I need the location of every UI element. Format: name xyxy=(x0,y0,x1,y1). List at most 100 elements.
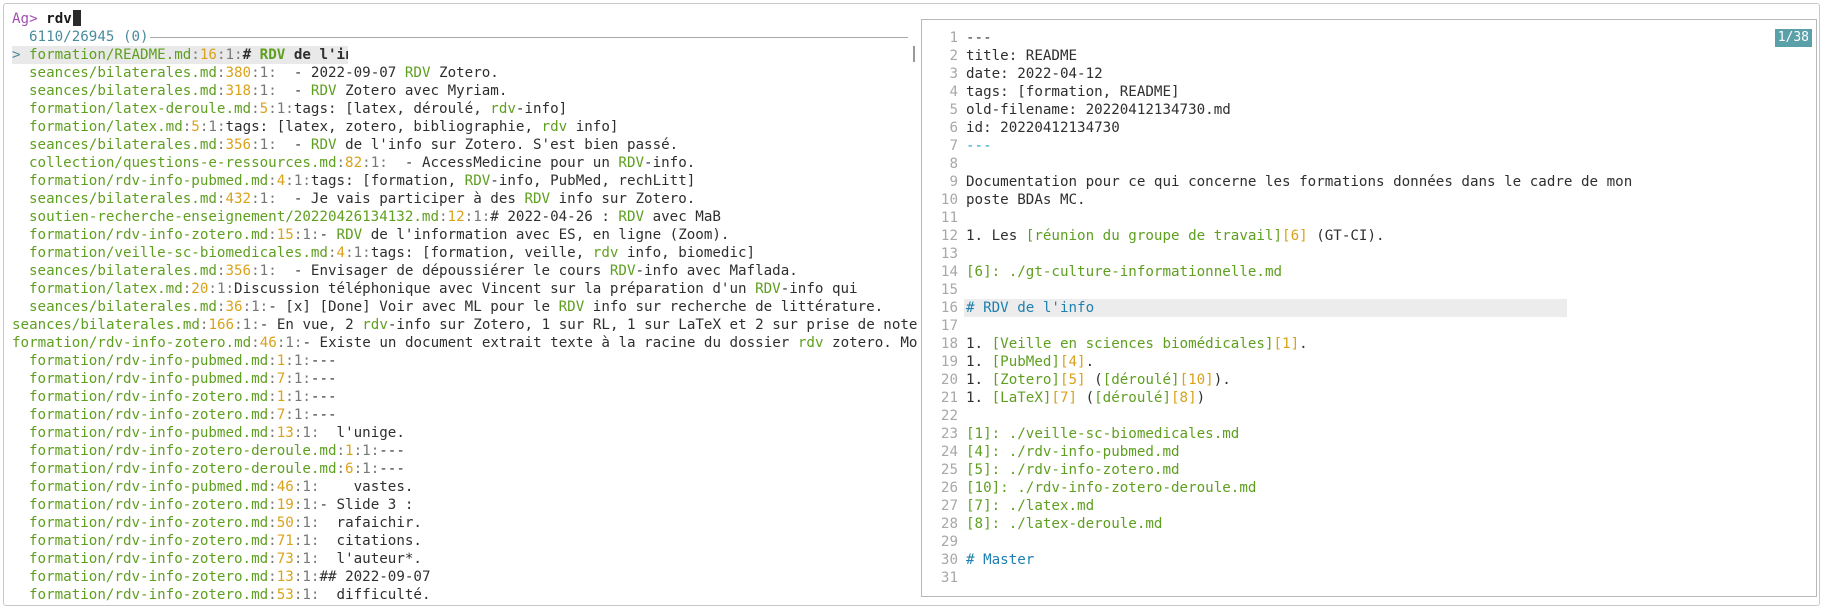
preview-line-text xyxy=(964,281,966,299)
result-row[interactable]: soutien-recherche-enseignement/202204261… xyxy=(12,208,918,226)
result-row[interactable]: formation/rdv-info-zotero.md:71:1: citat… xyxy=(12,532,918,550)
result-line-number: 13 xyxy=(276,425,294,441)
preview-line-text: 1. [Veille en sciences biomédicales][1]. xyxy=(966,336,1308,352)
result-line-number: 71 xyxy=(276,533,294,549)
result-row[interactable]: formation/latex.md:5:1: tags: [latex, zot… xyxy=(12,118,918,136)
preview-line: 22 xyxy=(922,407,1816,425)
separator: : xyxy=(251,335,260,351)
result-column: 1 xyxy=(302,551,311,567)
preview-line-number: 5 xyxy=(949,102,958,118)
separator: : xyxy=(336,461,346,477)
results-scrollbar[interactable] xyxy=(913,46,915,62)
search-prompt[interactable]: Ag> rdv xyxy=(12,9,81,29)
result-line-number: 82 xyxy=(345,155,363,171)
result-line-number: 166 xyxy=(208,317,235,333)
result-row[interactable]: formation/rdv-info-zotero.md:1:1: --- xyxy=(12,388,918,406)
separator: : xyxy=(251,263,260,279)
result-row[interactable]: > formation/README.md:16:1:# RDV de l'in… xyxy=(12,46,348,64)
result-text: difficulté. xyxy=(319,587,431,603)
link-ref: [5] xyxy=(1059,372,1086,388)
result-line-number: 19 xyxy=(276,497,294,513)
selection-pointer xyxy=(12,388,29,406)
result-row[interactable]: formation/rdv-info-pubmed.md:4:1: tags: [… xyxy=(12,172,918,190)
results-list[interactable]: > formation/README.md:16:1:# RDV de l'in… xyxy=(12,46,918,604)
preview-line: 13 xyxy=(922,245,1816,263)
result-row[interactable]: formation/rdv-info-zotero.md:53:1: diffi… xyxy=(12,586,918,604)
search-input[interactable]: rdv xyxy=(46,11,72,27)
result-text: tags: [formation, veille, rdv info, biom… xyxy=(370,245,756,261)
separator: : xyxy=(234,317,243,333)
preview-line-text: 1. Les [réunion du groupe de travail][6]… xyxy=(966,228,1385,244)
result-path: formation/rdv-info-zotero.md xyxy=(29,407,269,423)
result-row[interactable]: formation/rdv-info-zotero-deroule.md:6:1… xyxy=(12,460,918,478)
result-text: ## 2022-09-07 xyxy=(319,569,431,585)
result-row[interactable]: seances/bilaterales.md:380:1: - 2022-09-… xyxy=(12,64,918,82)
result-row[interactable]: formation/rdv-info-zotero-deroule.md:1:1… xyxy=(12,442,918,460)
result-row[interactable]: seances/bilaterales.md:432:1: - Je vais … xyxy=(12,190,918,208)
separator: : xyxy=(234,47,243,63)
result-column: 1 xyxy=(293,371,303,387)
result-row[interactable]: seances/bilaterales.md:356:1: - RDV de l… xyxy=(12,136,918,154)
preview-content: 1 --- 2 title: README 3 date: 2022-04-12 4 tags… xyxy=(922,29,1816,587)
result-row[interactable]: formation/rdv-info-zotero.md:50:1: rafai… xyxy=(12,514,918,532)
result-row[interactable]: formation/veille-sc-biomedicales.md:4:1:… xyxy=(12,244,918,262)
result-row[interactable]: formation/rdv-info-pubmed.md:1:1: --- xyxy=(12,352,918,370)
separator: : xyxy=(251,101,260,117)
separator: : xyxy=(251,137,260,153)
preview-line-text: # RDV de l'info xyxy=(964,299,1567,317)
preview-line-text xyxy=(964,245,966,263)
separator: : xyxy=(310,587,320,603)
result-row[interactable]: formation/latex.md:20:1: Discussion télép… xyxy=(12,280,918,298)
result-path: formation/rdv-info-zotero-deroule.md xyxy=(29,443,337,459)
result-row[interactable]: formation/rdv-info-zotero.md:73:1: l'aut… xyxy=(12,550,918,568)
preview-line-text xyxy=(964,569,966,587)
preview-line-number: 9 xyxy=(949,174,958,190)
result-row[interactable]: formation/rdv-info-zotero.md:19:1: - Slid… xyxy=(12,496,918,514)
selection-pointer xyxy=(12,406,29,424)
preview-pane[interactable]: 1 --- 2 title: README 3 date: 2022-04-12 4 tags… xyxy=(921,19,1817,597)
result-path: formation/rdv-info-zotero.md xyxy=(29,389,269,405)
link-ref: [7] xyxy=(1051,390,1078,406)
preview-line-number: 7 xyxy=(949,138,958,154)
result-row[interactable]: formation/rdv-info-zotero.md:13:1: ## 202… xyxy=(12,568,918,586)
result-column: 1 xyxy=(276,101,286,117)
preview-line: 7 --- xyxy=(922,137,1816,155)
separator: : xyxy=(362,245,371,261)
preview-line: 30 # Master xyxy=(922,551,1816,569)
preview-line-text: --- xyxy=(966,30,992,46)
result-column: 1 xyxy=(293,407,303,423)
result-row[interactable]: seances/bilaterales.md:318:1: - RDV Zote… xyxy=(12,82,918,100)
result-row[interactable]: formation/latex-deroule.md:5:1: tags: [la… xyxy=(12,100,918,118)
selection-pointer xyxy=(12,532,29,550)
result-line-number: 4 xyxy=(276,173,286,189)
separator: : xyxy=(242,299,252,315)
result-row[interactable]: seances/bilaterales.md:166:1: - En vue, 2… xyxy=(12,316,918,334)
result-text: Discussion téléphonique avec Vincent sur… xyxy=(234,281,858,297)
selection-pointer xyxy=(12,586,29,604)
result-line-number: 20 xyxy=(191,281,209,297)
result-path: formation/README.md xyxy=(29,47,192,63)
result-column: 1 xyxy=(242,317,252,333)
result-row[interactable]: seances/bilaterales.md:356:1: - Envisage… xyxy=(12,262,918,280)
result-row[interactable]: formation/rdv-info-pubmed.md:7:1: --- xyxy=(12,370,918,388)
result-row[interactable]: collection/questions-e-ressources.md:82:… xyxy=(12,154,918,172)
link-text: [LaTeX] xyxy=(991,390,1052,406)
preview-line-number: 2 xyxy=(949,48,958,64)
result-column: 1 xyxy=(216,281,226,297)
result-row[interactable]: formation/rdv-info-zotero.md:46:1: - Exis… xyxy=(12,334,918,352)
result-row[interactable]: seances/bilaterales.md:36:1: - [x] [Done]… xyxy=(12,298,918,316)
separator: : xyxy=(268,551,277,567)
preview-line: 21 1. [LaTeX][7] ([déroulé][8]) xyxy=(922,389,1816,407)
match-highlight: rdv xyxy=(541,119,568,135)
result-row[interactable]: formation/rdv-info-zotero.md:7:1: --- xyxy=(12,406,918,424)
result-row[interactable]: formation/rdv-info-pubmed.md:46:1: vaste… xyxy=(12,478,918,496)
selection-pointer xyxy=(12,550,29,568)
selection-pointer xyxy=(12,244,29,262)
preview-line: 5 old-filename: 20220412134730.md xyxy=(922,101,1816,119)
result-row[interactable]: formation/rdv-info-pubmed.md:13:1: l'uni… xyxy=(12,424,918,442)
result-line-number: 356 xyxy=(225,263,252,279)
separator: : xyxy=(293,587,303,603)
result-column: 1 xyxy=(225,47,235,63)
result-row[interactable]: formation/rdv-info-zotero.md:15:1: - RDV … xyxy=(12,226,918,244)
separator: : xyxy=(464,209,474,225)
